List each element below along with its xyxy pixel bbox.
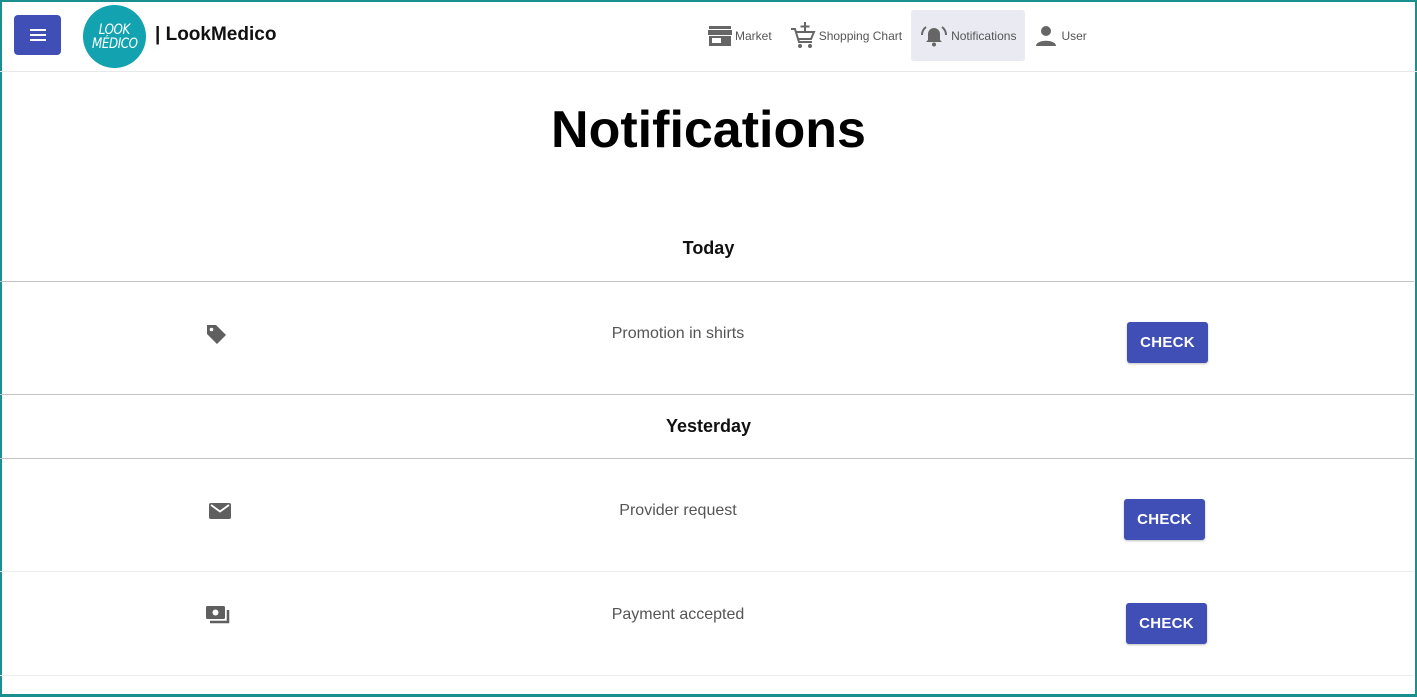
divider: [0, 571, 1414, 572]
page-title: Notifications: [551, 101, 866, 159]
nav-shopping-chart-label: Shopping Chart: [818, 28, 903, 43]
nav-user[interactable]: User: [1025, 10, 1095, 61]
menu-button[interactable]: [14, 15, 61, 55]
menu-icon: [29, 29, 46, 41]
logo-line-1: LOOK: [98, 21, 131, 38]
tag-icon: [207, 325, 226, 344]
divider: [0, 281, 1414, 282]
mail-icon: [209, 503, 231, 519]
nav-market-label: Market: [735, 28, 772, 43]
person-icon: [1036, 25, 1057, 46]
top-nav: Market Shopping Chart Notifications User: [699, 10, 1096, 61]
brand-name: | LookMedico: [155, 24, 277, 45]
notification-text: Payment accepted: [611, 606, 745, 623]
store-icon: [708, 25, 732, 46]
top-app-bar: LOOK MÉDICO | LookMedico Market Shopping…: [0, 0, 1417, 72]
notification-text: Promotion in shirts: [611, 325, 745, 342]
check-button[interactable]: CHECK: [1124, 499, 1205, 540]
divider: [0, 675, 1414, 676]
check-button[interactable]: CHECK: [1126, 603, 1207, 644]
notifications-active-icon: [921, 25, 948, 46]
check-button[interactable]: CHECK: [1127, 322, 1208, 363]
nav-market[interactable]: Market: [699, 10, 781, 61]
payments-icon: [206, 606, 230, 624]
logo[interactable]: LOOK MÉDICO: [83, 5, 146, 68]
section-title-today: Today: [682, 238, 735, 258]
nav-notifications-label: Notifications: [951, 28, 1017, 43]
notification-text: Provider request: [619, 502, 737, 519]
section-title-yesterday: Yesterday: [665, 416, 752, 436]
nav-notifications[interactable]: Notifications: [911, 10, 1026, 61]
add-shopping-cart-icon: [790, 21, 816, 48]
nav-user-label: User: [1061, 28, 1087, 43]
divider: [0, 394, 1414, 395]
divider: [0, 458, 1414, 459]
nav-shopping-chart[interactable]: Shopping Chart: [781, 10, 911, 61]
logo-line-2: MÉDICO: [91, 35, 138, 52]
